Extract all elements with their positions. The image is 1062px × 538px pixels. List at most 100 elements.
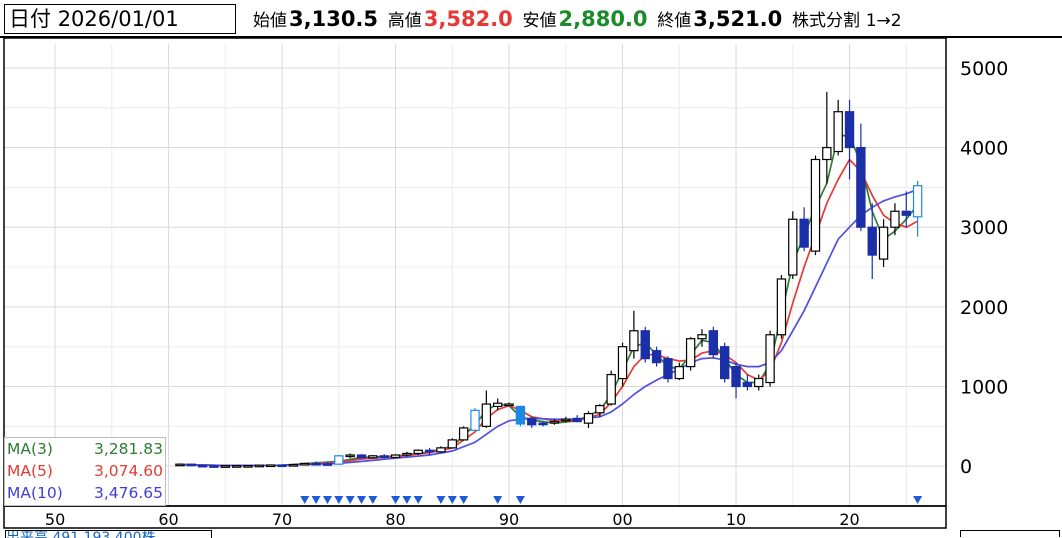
ma-legend-value: 3,074.60	[93, 462, 163, 480]
split-marker	[515, 496, 525, 504]
close-value: 3,521.0	[693, 7, 783, 31]
candle	[368, 455, 378, 459]
split-label: 株式分割	[792, 11, 860, 31]
candle-body	[538, 422, 548, 426]
candle-body	[186, 463, 196, 467]
high-value: 3,582.0	[423, 7, 513, 31]
candle	[266, 464, 276, 468]
candle	[663, 356, 673, 383]
volume-panel-right-box	[960, 530, 1060, 537]
candle	[481, 390, 492, 428]
candle	[243, 465, 253, 468]
candle-body	[470, 409, 480, 431]
split-marker	[334, 496, 344, 504]
candle-body	[867, 226, 877, 256]
candle-body	[912, 185, 923, 218]
split-marker	[413, 496, 423, 504]
split-marker	[391, 496, 401, 504]
low-value: 2,880.0	[558, 7, 648, 31]
x-axis-strip	[3, 505, 947, 529]
candle	[878, 219, 889, 268]
split-marker	[322, 496, 332, 504]
ma-line-ma3	[179, 134, 919, 467]
candle-body	[436, 447, 446, 453]
date-value: 2026/01/01	[57, 7, 179, 31]
candle-body	[481, 403, 492, 427]
candle-body	[447, 439, 457, 449]
candle-body	[356, 454, 367, 459]
candle	[197, 464, 208, 468]
quote-header: 日付 2026/01/01 始値3,130.5 高値3,582.0 安値2,88…	[0, 0, 1062, 38]
x-tick-label: 80	[385, 510, 405, 529]
candle-body	[776, 278, 787, 336]
candle-body	[583, 413, 594, 424]
candle-body	[754, 377, 764, 388]
date-label: 日付	[9, 7, 51, 31]
candle-body	[288, 463, 299, 467]
split-marker	[913, 496, 923, 504]
candle	[867, 203, 877, 279]
candle	[788, 211, 798, 279]
candle-body	[493, 402, 503, 408]
candle-body	[424, 449, 435, 453]
candle-body	[334, 455, 344, 465]
split-marker	[447, 496, 457, 504]
candle-body	[742, 381, 753, 388]
candle-body	[175, 463, 185, 467]
x-tick-label: 70	[272, 510, 292, 529]
candles	[175, 91, 923, 468]
candle-body	[856, 146, 866, 228]
split-marker	[493, 496, 503, 504]
candle	[220, 465, 230, 468]
candle-body	[890, 210, 900, 228]
candle	[572, 415, 582, 423]
candle	[334, 455, 344, 465]
candle-body	[504, 403, 514, 407]
candle-body	[878, 226, 889, 260]
candle	[436, 446, 446, 453]
candle-body	[799, 218, 809, 248]
candle-body	[651, 350, 662, 364]
ma-legend-label: MA(5)	[7, 462, 53, 480]
candle	[356, 454, 367, 459]
candle	[912, 180, 923, 237]
ma-legend-row-ma3: MA(3) 3,281.83	[5, 438, 165, 460]
candle-body	[527, 417, 537, 426]
candle	[742, 374, 753, 391]
candle	[583, 411, 594, 428]
candle	[799, 207, 809, 252]
ma-legend-row-ma5: MA(5) 3,074.60	[5, 460, 165, 482]
low-label: 安値	[522, 11, 557, 31]
candle	[379, 454, 389, 459]
candle-body	[697, 334, 707, 340]
candle-body	[663, 358, 673, 380]
candle-body	[901, 210, 911, 216]
ma-legend-value: 3,281.83	[93, 440, 163, 458]
candle	[458, 426, 469, 441]
candle	[776, 275, 787, 339]
candle-body	[595, 405, 605, 414]
candle-body	[822, 146, 832, 161]
candle-body	[833, 111, 843, 153]
split-markers	[300, 496, 923, 504]
high-label: 高値	[387, 11, 422, 31]
ohlc-readout: 始値3,130.5 高値3,582.0 安値2,880.0 終値3,521.0 …	[253, 4, 902, 34]
candle	[856, 123, 866, 232]
y-tick-label: 0	[960, 456, 972, 478]
candle	[288, 463, 299, 467]
y-tick-label: 3000	[960, 217, 1008, 239]
candle-body	[731, 366, 741, 388]
candle-body	[458, 427, 469, 441]
close-label: 終値	[657, 11, 692, 31]
candle	[345, 453, 355, 459]
y-tick-label: 5000	[960, 58, 1008, 80]
ma-legend-label: MA(10)	[7, 484, 63, 502]
candle	[277, 464, 287, 468]
candle-body	[606, 373, 616, 405]
split-marker	[357, 496, 367, 504]
y-tick-label: 4000	[960, 138, 1008, 160]
ma-legend-value: 3,476.65	[93, 484, 163, 502]
x-tick-label: 00	[612, 510, 632, 529]
candle-body	[561, 418, 571, 422]
candle-body	[311, 462, 321, 466]
